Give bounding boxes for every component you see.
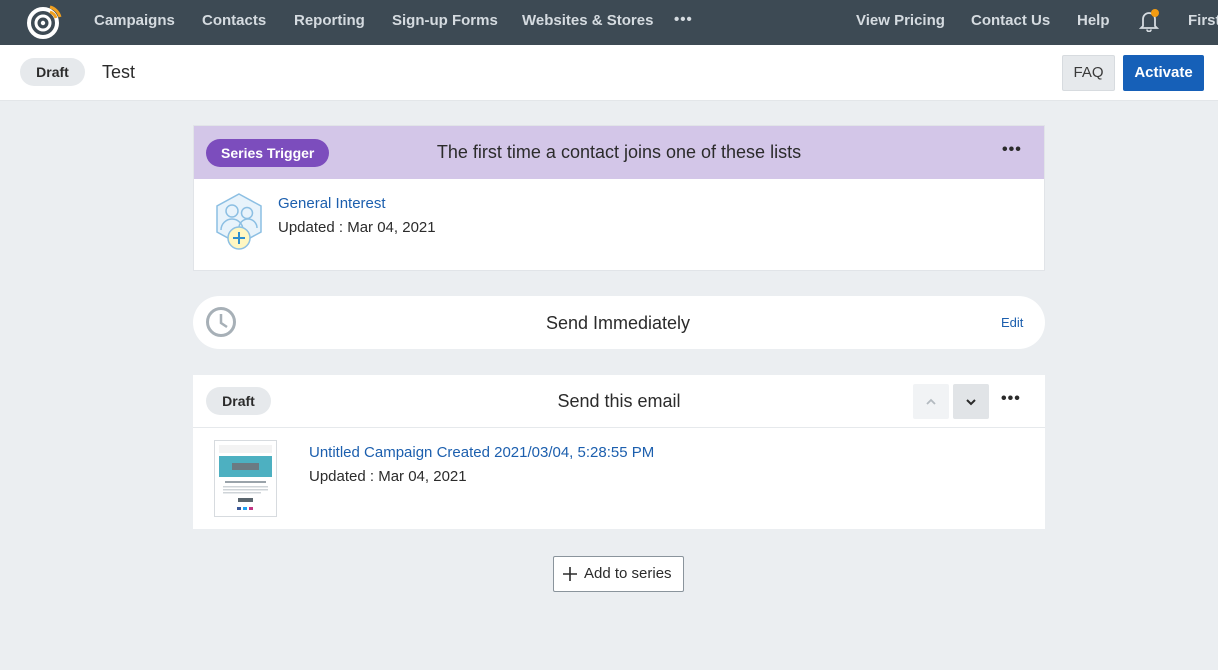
add-to-series-label: Add to series	[584, 565, 672, 582]
faq-button[interactable]: FAQ	[1062, 55, 1115, 91]
top-navigation-bar: Campaigns Contacts Reporting Sign-up For…	[0, 0, 1218, 45]
trigger-title: The first time a contact joins one of th…	[436, 142, 802, 162]
status-badge: Draft	[20, 58, 85, 86]
campaign-updated-date: Updated : Mar 04, 2021	[309, 468, 467, 485]
nav-signup-forms[interactable]: Sign-up Forms	[392, 0, 498, 45]
activate-button[interactable]: Activate	[1123, 55, 1204, 91]
edit-timing-link[interactable]: Edit	[1001, 315, 1023, 330]
move-down-button[interactable]	[953, 384, 989, 419]
notification-dot	[1151, 9, 1159, 17]
chevron-down-icon	[966, 399, 976, 406]
add-to-series-button[interactable]: Add to series	[553, 556, 684, 592]
trigger-header: Series Trigger The first time a contact …	[194, 126, 1044, 179]
page-title[interactable]: Test	[102, 62, 135, 83]
nav-contacts[interactable]: Contacts	[202, 0, 266, 45]
email-thumbnail-icon[interactable]	[214, 440, 277, 517]
nav-view-pricing[interactable]: View Pricing	[856, 0, 945, 45]
campaign-link[interactable]: Untitled Campaign Created 2021/03/04, 5:…	[309, 444, 654, 461]
trigger-more-menu[interactable]: •••	[1002, 141, 1022, 159]
nav-contact-us[interactable]: Contact Us	[971, 0, 1050, 45]
nav-websites-stores[interactable]: Websites & Stores	[522, 0, 653, 45]
move-up-button[interactable]	[913, 384, 949, 419]
send-timing-title: Send Immediately	[545, 313, 691, 333]
chevron-up-icon	[926, 398, 936, 405]
send-timing-card: Send Immediately Edit	[193, 296, 1045, 349]
contact-list-add-icon	[216, 193, 262, 250]
nav-help[interactable]: Help	[1077, 0, 1110, 45]
email-step-card: Draft Send this email ••• Untitled Campa…	[193, 375, 1045, 529]
nav-more-menu[interactable]: •••	[674, 0, 693, 45]
nav-campaigns[interactable]: Campaigns	[94, 0, 175, 45]
series-trigger-card: Series Trigger The first time a contact …	[193, 125, 1045, 271]
email-step-more-menu[interactable]: •••	[1001, 390, 1021, 408]
list-updated-date: Updated : Mar 04, 2021	[278, 219, 436, 236]
email-step-header: Draft Send this email •••	[193, 375, 1045, 428]
contact-list-link[interactable]: General Interest	[278, 195, 386, 212]
plus-icon	[563, 567, 577, 581]
nav-reporting[interactable]: Reporting	[294, 0, 365, 45]
constant-contact-logo-icon[interactable]	[26, 4, 62, 40]
series-header: Draft Test FAQ Activate	[0, 45, 1218, 101]
nav-user-menu[interactable]: First	[1188, 0, 1218, 45]
